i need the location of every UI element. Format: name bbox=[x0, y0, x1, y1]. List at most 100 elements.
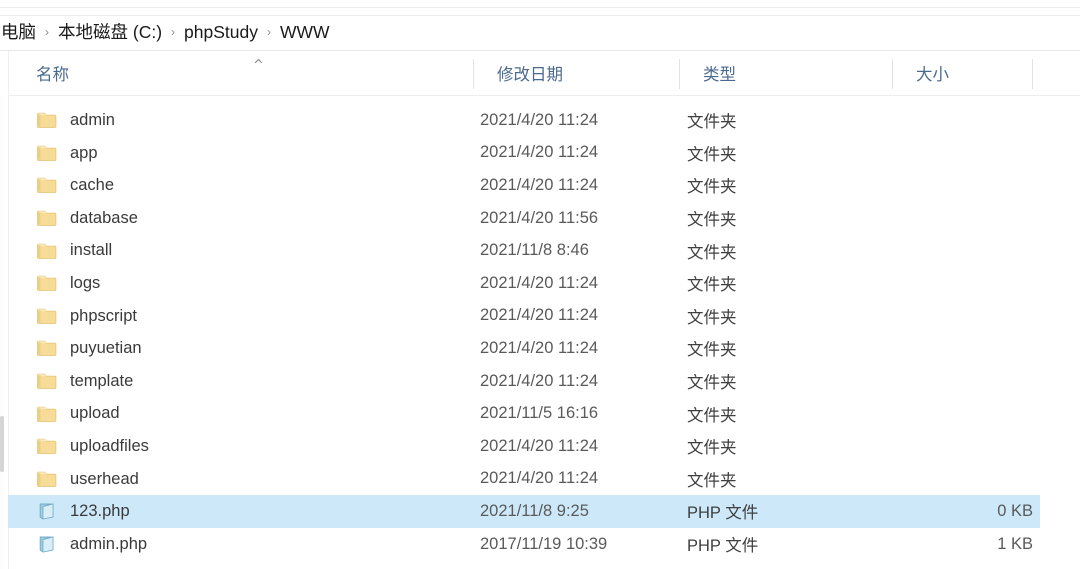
folder-icon-svg bbox=[37, 113, 57, 129]
file-date-cell: 2021/4/20 11:56 bbox=[480, 208, 599, 227]
folder-icon-svg bbox=[37, 406, 57, 422]
file-date-cell: 2021/11/8 8:46 bbox=[480, 241, 589, 260]
file-name-label: 123.php bbox=[70, 502, 130, 521]
file-name-cell[interactable]: logs bbox=[8, 267, 473, 300]
file-date-cell: 2021/4/20 11:24 bbox=[480, 306, 599, 325]
file-type-cell: 文件夹 bbox=[687, 178, 737, 197]
file-date-cell: 2017/11/19 10:39 bbox=[480, 534, 608, 553]
folder-icon-svg bbox=[37, 243, 57, 259]
vertical-scrollbar-track[interactable] bbox=[0, 96, 4, 569]
file-size-cell bbox=[892, 104, 1040, 137]
column-header-date[interactable]: 修改日期 bbox=[481, 51, 687, 95]
file-row[interactable]: admin.php 2017/11/19 10:39 PHP 文件 1 KB bbox=[8, 528, 1040, 561]
file-explorer-window: 电脑 › 本地磁盘 (C:) › phpStudy › WWW ^ 名称 修改日期 类型 大… bbox=[0, 0, 1080, 569]
file-row[interactable]: logs 2021/4/20 11:24 文件夹 bbox=[8, 267, 1040, 300]
file-row[interactable]: template 2021/4/20 11:24 文件夹 bbox=[8, 365, 1040, 398]
file-date-cell: 2021/4/20 11:24 bbox=[480, 469, 599, 488]
file-name-label: puyuetian bbox=[70, 339, 142, 358]
file-size-cell bbox=[892, 202, 1040, 235]
file-date-cell: 2021/11/8 9:25 bbox=[480, 501, 589, 520]
folder-icon-svg bbox=[37, 341, 57, 357]
file-name-label: install bbox=[70, 241, 113, 260]
folder-icon bbox=[36, 240, 58, 262]
php-file-icon-svg bbox=[39, 535, 54, 553]
folder-icon-svg bbox=[37, 145, 57, 161]
file-name-label: cache bbox=[70, 176, 115, 195]
file-name-label: admin bbox=[70, 111, 115, 130]
file-size-cell bbox=[892, 267, 1040, 300]
file-size-cell bbox=[892, 430, 1040, 463]
file-type-cell: 文件夹 bbox=[687, 211, 737, 230]
column-header-type[interactable]: 类型 bbox=[687, 51, 900, 95]
file-row[interactable]: app 2021/4/20 11:24 文件夹 bbox=[8, 137, 1040, 170]
folder-icon-svg bbox=[37, 373, 57, 389]
file-type-cell: 文件夹 bbox=[687, 341, 737, 360]
file-name-cell[interactable]: 123.php bbox=[8, 495, 473, 528]
file-row[interactable]: uploadfiles 2021/4/20 11:24 文件夹 bbox=[8, 430, 1040, 463]
folder-icon-svg bbox=[37, 471, 57, 487]
file-row[interactable]: puyuetian 2021/4/20 11:24 文件夹 bbox=[8, 332, 1040, 365]
file-row[interactable]: 123.php 2021/11/8 9:25 PHP 文件 0 KB bbox=[8, 495, 1040, 528]
file-type-cell: 文件夹 bbox=[687, 308, 737, 327]
file-name-cell[interactable]: install bbox=[8, 234, 473, 267]
file-name-cell[interactable]: upload bbox=[8, 397, 473, 430]
file-type-cell: 文件夹 bbox=[687, 374, 737, 393]
breadcrumb-item-1[interactable]: 电脑 bbox=[0, 22, 37, 44]
folder-icon-svg bbox=[37, 210, 57, 226]
file-row[interactable]: phpscript 2021/4/20 11:24 文件夹 bbox=[8, 300, 1040, 333]
file-date-cell: 2021/4/20 11:24 bbox=[480, 143, 599, 162]
file-row[interactable]: upload 2021/11/5 16:16 文件夹 bbox=[8, 397, 1040, 430]
breadcrumb[interactable]: 电脑 › 本地磁盘 (C:) › phpStudy › WWW bbox=[0, 16, 1080, 50]
breadcrumb-item-2[interactable]: 本地磁盘 (C:) bbox=[57, 22, 163, 44]
file-name-label: app bbox=[70, 143, 98, 162]
file-name-cell[interactable]: app bbox=[8, 137, 473, 170]
file-size-cell bbox=[892, 332, 1040, 365]
file-name-cell[interactable]: template bbox=[8, 365, 473, 398]
file-type-cell: 文件夹 bbox=[687, 406, 737, 425]
file-name-cell[interactable]: phpscript bbox=[8, 300, 473, 333]
column-header-row[interactable]: ^ 名称 修改日期 类型 大小 bbox=[8, 51, 1080, 95]
file-name-cell[interactable]: cache bbox=[8, 169, 473, 202]
column-header-size[interactable]: 大小 bbox=[900, 51, 1040, 95]
file-name-cell[interactable]: admin.php bbox=[8, 528, 473, 561]
php-file-icon bbox=[36, 533, 58, 555]
folder-icon bbox=[36, 435, 58, 457]
folder-icon bbox=[36, 142, 58, 164]
file-name-cell[interactable]: puyuetian bbox=[8, 332, 473, 365]
file-type-cell: 文件夹 bbox=[687, 113, 737, 132]
file-size-cell bbox=[892, 169, 1040, 202]
php-file-icon-svg bbox=[39, 503, 54, 520]
file-type-cell: 文件夹 bbox=[687, 145, 737, 164]
file-name-label: admin.php bbox=[70, 534, 148, 553]
file-name-cell[interactable]: userhead bbox=[8, 463, 473, 496]
file-name-cell[interactable]: admin bbox=[8, 104, 473, 137]
file-name-label: template bbox=[70, 371, 134, 390]
file-row[interactable]: database 2021/4/20 11:56 文件夹 bbox=[8, 202, 1040, 235]
folder-icon bbox=[36, 272, 58, 294]
header-divider bbox=[8, 95, 1080, 96]
file-date-cell: 2021/4/20 11:24 bbox=[480, 338, 599, 357]
folder-icon-svg bbox=[37, 178, 57, 194]
breadcrumb-item-3[interactable]: phpStudy bbox=[183, 22, 259, 44]
file-type-cell: 文件夹 bbox=[687, 276, 737, 295]
file-row[interactable]: install 2021/11/8 8:46 文件夹 bbox=[8, 234, 1040, 267]
file-row[interactable]: userhead 2021/4/20 11:24 文件夹 bbox=[8, 463, 1040, 496]
folder-icon bbox=[36, 109, 58, 131]
folder-icon bbox=[36, 174, 58, 196]
file-row[interactable]: admin 2021/4/20 11:24 文件夹 bbox=[8, 104, 1040, 137]
file-row[interactable]: cache 2021/4/20 11:24 文件夹 bbox=[8, 169, 1040, 202]
file-name-label: database bbox=[70, 208, 138, 227]
breadcrumb-item-4[interactable]: WWW bbox=[279, 22, 331, 44]
file-date-cell: 2021/4/20 11:24 bbox=[480, 371, 599, 390]
file-size-cell bbox=[892, 300, 1040, 333]
file-size-cell bbox=[892, 463, 1040, 496]
file-size-cell bbox=[892, 397, 1040, 430]
file-name-label: phpscript bbox=[70, 306, 137, 325]
vertical-scrollbar-thumb[interactable] bbox=[0, 416, 4, 472]
folder-icon bbox=[36, 370, 58, 392]
folder-icon-svg bbox=[37, 439, 57, 455]
file-name-cell[interactable]: uploadfiles bbox=[8, 430, 473, 463]
file-name-cell[interactable]: database bbox=[8, 202, 473, 235]
file-list[interactable]: admin 2021/4/20 11:24 文件夹 app 2021/4/20 11:2… bbox=[8, 104, 1080, 569]
column-header-name[interactable]: 名称 bbox=[22, 51, 481, 95]
